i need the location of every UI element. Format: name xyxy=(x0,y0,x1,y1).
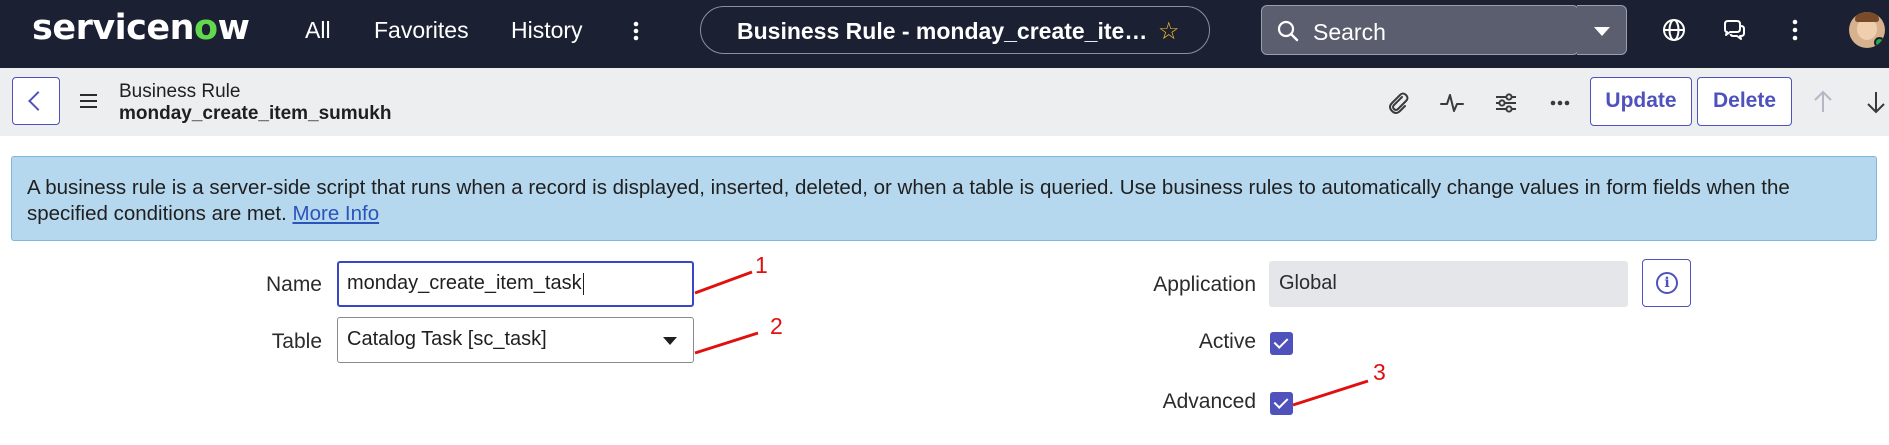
annotation-line-1 xyxy=(694,270,753,295)
annotation-number-2: 2 xyxy=(770,313,783,339)
annotation-number-1: 1 xyxy=(755,252,768,278)
annotation-number-3: 3 xyxy=(1373,359,1386,385)
annotation-line-2 xyxy=(694,331,759,355)
annotation-lines xyxy=(694,270,1369,407)
annotation-line-3 xyxy=(1292,379,1369,407)
